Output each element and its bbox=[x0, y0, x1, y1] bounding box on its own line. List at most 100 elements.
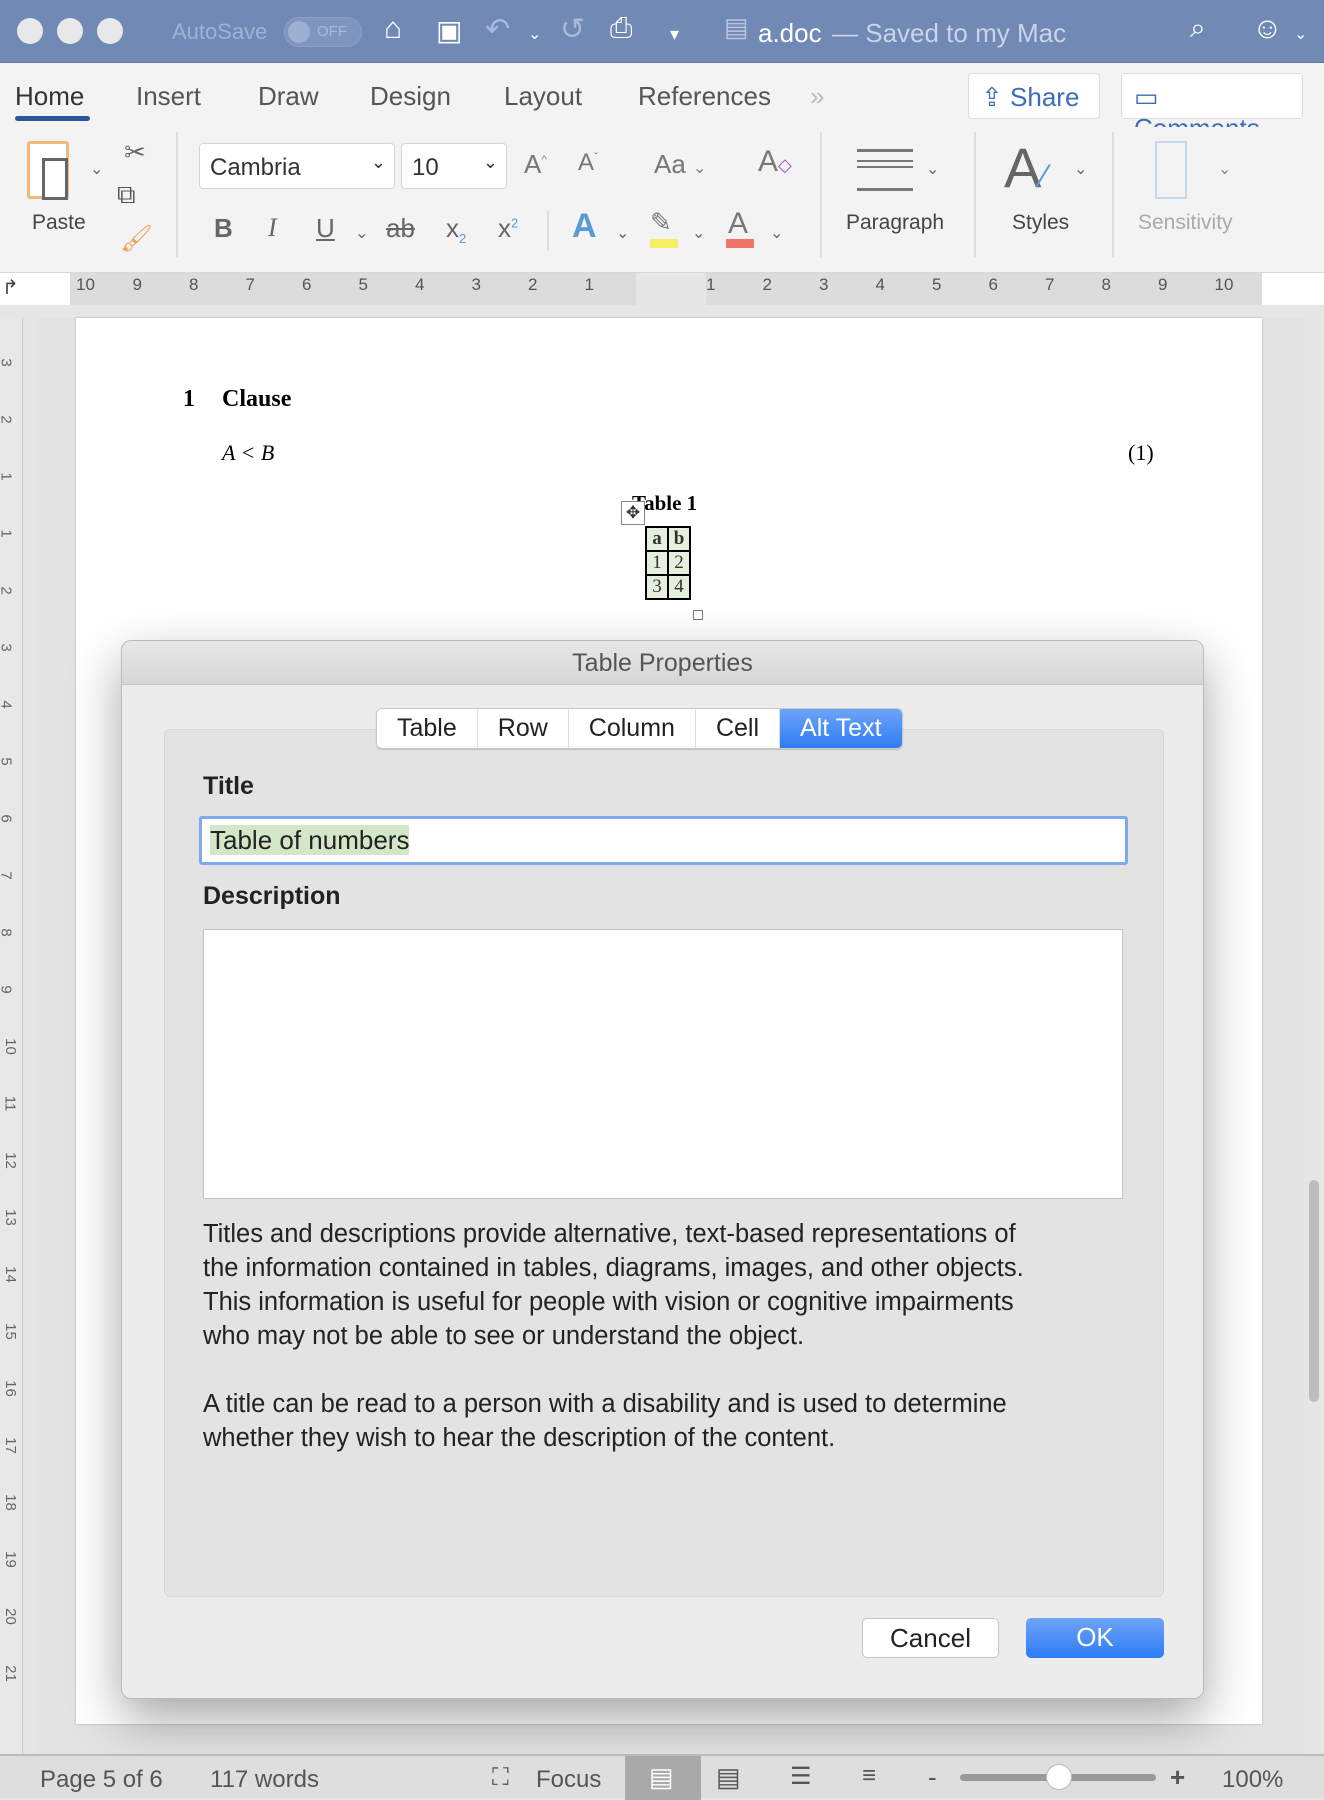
word-count[interactable]: 117 words bbox=[210, 1766, 319, 1794]
ruler-number: 8 bbox=[0, 928, 15, 936]
paragraph-icon[interactable] bbox=[857, 149, 913, 191]
table-cell[interactable]: b bbox=[667, 526, 691, 552]
ruler-number: 1 bbox=[706, 275, 716, 294]
tab-alt-text[interactable]: Alt Text bbox=[780, 709, 902, 748]
web-layout-icon[interactable]: ▤ bbox=[716, 1762, 741, 1793]
chevron-down-icon[interactable]: ⌄ bbox=[926, 159, 939, 179]
underline-dropdown-icon[interactable]: ⌄ bbox=[355, 223, 368, 243]
cut-icon[interactable]: ✂ bbox=[124, 137, 146, 168]
comments-button[interactable]: ▭ Comments bbox=[1121, 73, 1303, 143]
vertical-scrollbar[interactable] bbox=[1309, 1180, 1319, 1402]
undo-icon[interactable]: ↶ bbox=[485, 12, 510, 47]
tab-row[interactable]: Row bbox=[478, 709, 569, 748]
format-painter-icon[interactable]: 🖌 bbox=[120, 223, 153, 254]
styles-label[interactable]: Styles bbox=[1012, 211, 1069, 235]
table-cell[interactable]: 2 bbox=[667, 550, 691, 576]
ruler-margin-handle[interactable] bbox=[636, 273, 706, 305]
autosave-toggle[interactable]: OFF bbox=[284, 17, 362, 47]
cancel-button[interactable]: Cancel bbox=[862, 1618, 999, 1658]
vertical-ruler[interactable]: 321123456789101112131415161718192021 bbox=[0, 318, 23, 1754]
ruler-number: 2 bbox=[0, 415, 15, 423]
font-name-select[interactable]: Cambria ⌄ bbox=[199, 143, 395, 189]
chevron-down-icon[interactable]: ⌄ bbox=[770, 223, 783, 243]
tab-home[interactable]: Home bbox=[15, 81, 84, 112]
ruler-number: 1 bbox=[584, 275, 594, 294]
styles-icon[interactable]: A⁄ bbox=[1004, 135, 1047, 200]
zoom-window-button[interactable] bbox=[97, 18, 123, 44]
tab-draw[interactable]: Draw bbox=[258, 81, 319, 112]
tab-cell[interactable]: Cell bbox=[696, 709, 781, 748]
description-textarea[interactable] bbox=[203, 929, 1123, 1199]
paragraph-label[interactable]: Paragraph bbox=[846, 211, 944, 235]
highlight-icon[interactable]: ✎ bbox=[650, 207, 672, 238]
sensitivity-icon bbox=[1155, 141, 1187, 199]
print-icon[interactable]: ⎙ bbox=[610, 12, 632, 45]
subscript-button[interactable]: x2 bbox=[446, 213, 466, 246]
table-cell[interactable]: 4 bbox=[667, 574, 691, 600]
redo-icon[interactable]: ↺ bbox=[560, 12, 585, 47]
print-layout-button[interactable]: ▤ bbox=[625, 1756, 701, 1800]
italic-button[interactable]: I bbox=[268, 213, 277, 243]
shrink-font-icon[interactable]: Aˇ bbox=[578, 149, 598, 177]
tab-references[interactable]: References bbox=[638, 81, 771, 112]
heading-text: Clause bbox=[222, 386, 292, 412]
zoom-slider-thumb[interactable] bbox=[1046, 1764, 1072, 1790]
table-cell[interactable]: a bbox=[645, 526, 669, 552]
chevron-down-icon[interactable]: ⌄ bbox=[1074, 159, 1087, 179]
document-table[interactable]: ab 12 34 bbox=[645, 526, 691, 600]
zoom-out-button[interactable]: - bbox=[928, 1762, 937, 1793]
customize-toolbar-icon[interactable]: ▾ bbox=[670, 24, 679, 45]
ok-button[interactable]: OK bbox=[1026, 1618, 1164, 1658]
info-paragraph-1: Titles and descriptions provide alternat… bbox=[203, 1217, 1024, 1353]
tab-table[interactable]: Table bbox=[377, 709, 478, 748]
focus-icon[interactable]: ⛶ bbox=[492, 1764, 509, 1792]
strikethrough-button[interactable]: ab bbox=[386, 213, 415, 244]
underline-button[interactable]: U bbox=[316, 213, 335, 244]
info-line: Titles and descriptions provide alternat… bbox=[203, 1220, 1016, 1248]
horizontal-ruler[interactable]: ↱ 10 9 8 7 6 5 4 3 2 1 1 2 3 4 5 6 7 8 9 10 bbox=[0, 273, 1324, 305]
tab-column[interactable]: Column bbox=[569, 709, 696, 748]
table-move-handle-icon[interactable]: ✥ bbox=[621, 501, 645, 525]
clear-formatting-icon[interactable]: A◇ bbox=[758, 145, 792, 179]
zoom-in-button[interactable]: + bbox=[1170, 1762, 1185, 1793]
home-icon[interactable]: ⌂ bbox=[384, 12, 402, 46]
paste-icon[interactable] bbox=[27, 141, 69, 200]
chevron-down-icon[interactable]: ⌄ bbox=[692, 223, 705, 243]
chevron-down-icon[interactable]: ⌄ bbox=[1294, 24, 1307, 44]
bold-button[interactable]: B bbox=[214, 213, 233, 244]
paste-dropdown-icon[interactable]: ⌄ bbox=[90, 159, 103, 179]
smiley-feedback-icon[interactable]: ☺ bbox=[1252, 12, 1283, 46]
focus-button[interactable]: Focus bbox=[536, 1766, 601, 1794]
title-input[interactable]: Table of numbers bbox=[199, 816, 1128, 865]
text-effects-icon[interactable]: A bbox=[572, 207, 597, 246]
draft-view-icon[interactable]: ≡ bbox=[862, 1762, 876, 1790]
tab-stop-selector-icon[interactable]: ↱ bbox=[2, 275, 19, 300]
chevron-down-icon[interactable]: ⌄ bbox=[616, 223, 629, 243]
copy-icon[interactable]: ⧉ bbox=[117, 179, 136, 211]
search-icon[interactable]: ⌕ bbox=[1190, 12, 1206, 45]
dialog-title: Table Properties bbox=[122, 641, 1203, 685]
outline-view-icon[interactable]: ☰ bbox=[790, 1762, 812, 1791]
table-cell[interactable]: 3 bbox=[645, 574, 669, 600]
tab-design[interactable]: Design bbox=[370, 81, 451, 112]
superscript-button[interactable]: x2 bbox=[498, 213, 518, 244]
grow-font-icon[interactable]: A^ bbox=[524, 149, 547, 180]
save-icon[interactable]: ▣ bbox=[436, 14, 462, 47]
table-cell[interactable]: 1 bbox=[645, 550, 669, 576]
zoom-level[interactable]: 100% bbox=[1222, 1766, 1283, 1794]
divider bbox=[176, 132, 178, 257]
page-count[interactable]: Page 5 of 6 bbox=[40, 1766, 163, 1794]
info-paragraph-2: A title can be read to a person with a d… bbox=[203, 1387, 1007, 1455]
undo-dropdown-icon[interactable]: ⌄ bbox=[528, 24, 541, 44]
table-resize-handle[interactable] bbox=[693, 610, 703, 620]
font-color-icon[interactable]: A bbox=[728, 207, 748, 241]
change-case-button[interactable]: Aa ⌄ bbox=[654, 149, 706, 180]
minimize-window-button[interactable] bbox=[57, 18, 83, 44]
font-size-select[interactable]: 10 ⌄ bbox=[401, 143, 507, 189]
ruler-number: 10 bbox=[1214, 275, 1234, 294]
tab-layout[interactable]: Layout bbox=[504, 81, 582, 112]
close-window-button[interactable] bbox=[17, 18, 43, 44]
more-tabs-icon[interactable]: » bbox=[810, 81, 824, 112]
tab-insert[interactable]: Insert bbox=[136, 81, 201, 112]
share-button[interactable]: ⇪ Share bbox=[968, 73, 1100, 119]
